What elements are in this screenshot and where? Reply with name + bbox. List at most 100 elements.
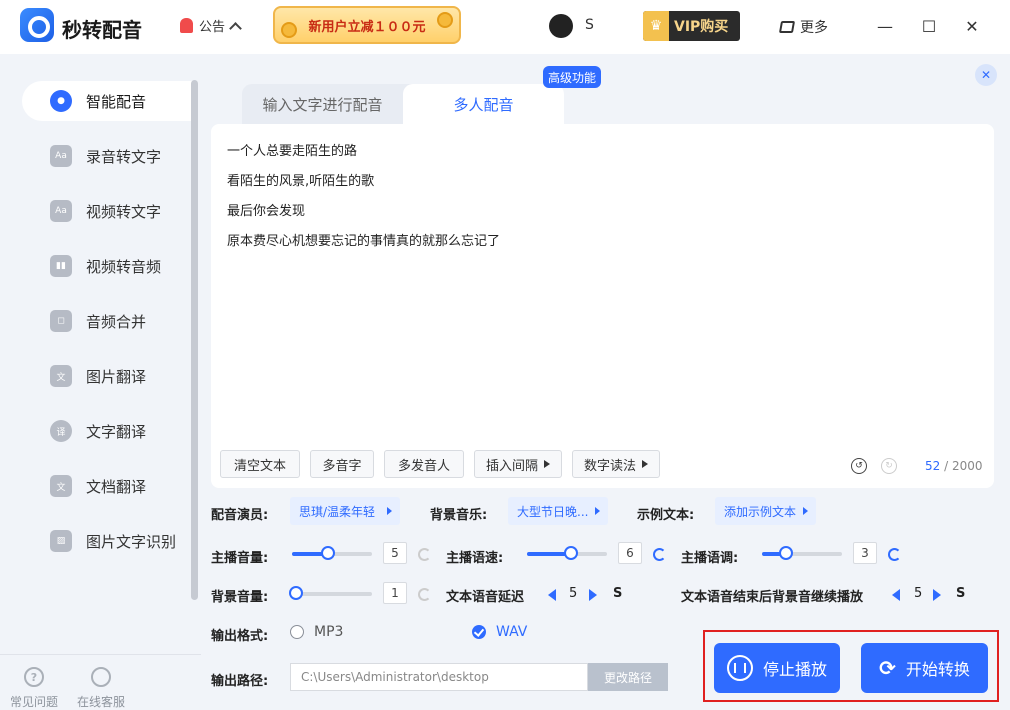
reset-icon[interactable] bbox=[888, 548, 901, 561]
bgm-select[interactable]: 大型节日晚... bbox=[508, 497, 608, 525]
delay-unit: S bbox=[613, 586, 623, 601]
start-convert-button[interactable]: ⟳ 开始转换 bbox=[861, 643, 988, 693]
question-icon: ? bbox=[24, 667, 44, 687]
sidebar-item-text-translate[interactable]: 译 文字翻译 bbox=[22, 411, 192, 451]
wav-radio[interactable] bbox=[472, 625, 486, 639]
host-pitch-slider[interactable] bbox=[762, 546, 842, 560]
more-button[interactable]: 更多 bbox=[778, 17, 828, 37]
sample-value: 添加示例文本 bbox=[724, 504, 797, 519]
bg-volume-slider[interactable] bbox=[289, 586, 372, 600]
slider-knob[interactable] bbox=[564, 546, 578, 560]
bg-volume-label: 背景音量: bbox=[211, 590, 269, 605]
sidebar-item-video-to-audio[interactable]: ▮▮ 视频转音频 bbox=[22, 246, 192, 286]
crown-icon: ♛ bbox=[643, 11, 669, 41]
close-panel-icon[interactable]: ✕ bbox=[975, 64, 997, 86]
change-path-button[interactable]: 更改路径 bbox=[588, 663, 668, 691]
after-play-label: 文本语音结束后背景音继续播放 bbox=[681, 590, 864, 605]
polyphone-button[interactable]: 多音字 bbox=[310, 450, 374, 478]
chevron-up-icon bbox=[229, 21, 242, 35]
mp3-radio[interactable] bbox=[290, 625, 304, 639]
increase-arrow-icon[interactable] bbox=[933, 589, 941, 601]
ocr-icon: ▨ bbox=[50, 530, 72, 552]
text-editor[interactable]: 一个人总要走陌生的路 看陌生的风景,听陌生的歌 最后你会发现 原本费尽心机想要忘… bbox=[211, 124, 994, 488]
sidebar-item-label: 音频合并 bbox=[86, 312, 147, 331]
notice-button[interactable]: 公告 bbox=[180, 16, 242, 35]
slider-knob[interactable] bbox=[779, 546, 793, 560]
sidebar-item-smart-dubbing[interactable]: ● 智能配音 bbox=[22, 81, 192, 121]
decrease-arrow-icon[interactable] bbox=[892, 589, 900, 601]
wav-label[interactable]: WAV bbox=[496, 624, 527, 640]
multi-speaker-button[interactable]: 多发音人 bbox=[384, 450, 464, 478]
video-icon: Aa bbox=[50, 200, 72, 222]
vip-purchase-button[interactable]: ♛ VIP购买 bbox=[643, 11, 740, 41]
sidebar-item-label: 图片翻译 bbox=[86, 367, 147, 386]
sidebar-item-doc-translate[interactable]: 文 文档翻译 bbox=[22, 466, 192, 506]
host-pitch-value[interactable]: 3 bbox=[853, 542, 877, 564]
reset-icon[interactable] bbox=[418, 588, 431, 601]
sidebar-item-ocr[interactable]: ▨ 图片文字识别 bbox=[22, 521, 192, 561]
host-pitch-label: 主播语调: bbox=[681, 551, 739, 566]
text-translate-icon: 译 bbox=[50, 420, 72, 442]
sidebar-item-label: 视频转文字 bbox=[86, 202, 162, 221]
host-speed-slider[interactable] bbox=[527, 546, 607, 560]
username: S bbox=[585, 17, 594, 33]
delay-value: 5 bbox=[569, 586, 578, 601]
undo-icon[interactable]: ↺ bbox=[851, 458, 867, 474]
sidebar-item-video-to-text[interactable]: Aa 视频转文字 bbox=[22, 191, 192, 231]
host-volume-value[interactable]: 5 bbox=[383, 542, 407, 564]
close-button[interactable]: ✕ bbox=[960, 14, 984, 38]
more-label: 更多 bbox=[800, 20, 828, 36]
bg-volume-value[interactable]: 1 bbox=[383, 582, 407, 604]
host-speed-value[interactable]: 6 bbox=[618, 542, 642, 564]
maximize-button[interactable]: ☐ bbox=[917, 14, 941, 38]
headset-icon bbox=[91, 667, 111, 687]
caret-right-icon bbox=[595, 507, 600, 515]
voice-label: 配音演员: bbox=[211, 508, 269, 523]
output-path-input[interactable]: C:\Users\Administrator\desktop bbox=[290, 663, 588, 691]
caret-right-icon bbox=[387, 507, 392, 515]
merge-icon: ◻ bbox=[50, 310, 72, 332]
sample-select[interactable]: 添加示例文本 bbox=[715, 497, 816, 525]
caret-right-icon bbox=[642, 460, 648, 468]
digit-reading-button[interactable]: 数字读法 bbox=[572, 450, 660, 478]
voice-value: 思琪/温柔年轻 bbox=[299, 504, 376, 519]
redo-icon[interactable]: ↻ bbox=[881, 458, 897, 474]
increase-arrow-icon[interactable] bbox=[589, 589, 597, 601]
editor-line: 最后你会发现 bbox=[227, 204, 306, 219]
char-counter: 52 / 2000 bbox=[925, 459, 983, 473]
main-panel: ✕ 输入文字进行配音 多人配音 高级功能 一个人总要走陌生的路 看陌生的风景,听… bbox=[201, 54, 1010, 710]
sidebar-item-label: 文档翻译 bbox=[86, 477, 147, 496]
after-play-unit: S bbox=[956, 586, 966, 601]
sidebar-item-recording-to-text[interactable]: Aa 录音转文字 bbox=[22, 136, 192, 176]
minimize-button[interactable]: — bbox=[873, 14, 897, 38]
mp3-label[interactable]: MP3 bbox=[314, 624, 343, 640]
tab-text-dubbing[interactable]: 输入文字进行配音 bbox=[242, 84, 403, 124]
stop-label: 停止播放 bbox=[762, 660, 827, 679]
sidebar-item-image-translate[interactable]: 文 图片翻译 bbox=[22, 356, 192, 396]
sidebar-scrollbar[interactable] bbox=[191, 80, 198, 600]
online-service-link[interactable]: 在线客服 bbox=[77, 667, 125, 710]
editor-line: 原本费尽心机想要忘记的事情真的就那么忘记了 bbox=[227, 234, 501, 249]
decrease-arrow-icon[interactable] bbox=[548, 589, 556, 601]
clear-text-button[interactable]: 清空文本 bbox=[220, 450, 300, 478]
insert-interval-button[interactable]: 插入间隔 bbox=[474, 450, 562, 478]
host-volume-label: 主播音量: bbox=[211, 551, 269, 566]
slider-knob[interactable] bbox=[289, 586, 303, 600]
sidebar-item-audio-merge[interactable]: ◻ 音频合并 bbox=[22, 301, 192, 341]
tab-multi-dubbing[interactable]: 多人配音 bbox=[403, 84, 564, 124]
digit-reading-label: 数字读法 bbox=[583, 458, 636, 474]
stop-playback-button[interactable]: 停止播放 bbox=[714, 643, 840, 693]
reset-icon[interactable] bbox=[653, 548, 666, 561]
char-count-max: / 2000 bbox=[940, 459, 983, 473]
host-volume-slider[interactable] bbox=[292, 546, 372, 560]
mic-icon: ● bbox=[50, 90, 72, 112]
avatar[interactable] bbox=[549, 14, 573, 38]
voice-select[interactable]: 思琪/温柔年轻 bbox=[290, 497, 400, 525]
promo-text: 新用户立减１００元 bbox=[308, 19, 426, 35]
format-label: 输出格式: bbox=[211, 629, 269, 644]
help-link[interactable]: ? 常见问题 bbox=[10, 667, 58, 710]
sync-icon: ⟳ bbox=[879, 656, 896, 680]
promo-banner[interactable]: 新用户立减１００元 bbox=[273, 6, 461, 44]
slider-knob[interactable] bbox=[321, 546, 335, 560]
reset-icon[interactable] bbox=[418, 548, 431, 561]
